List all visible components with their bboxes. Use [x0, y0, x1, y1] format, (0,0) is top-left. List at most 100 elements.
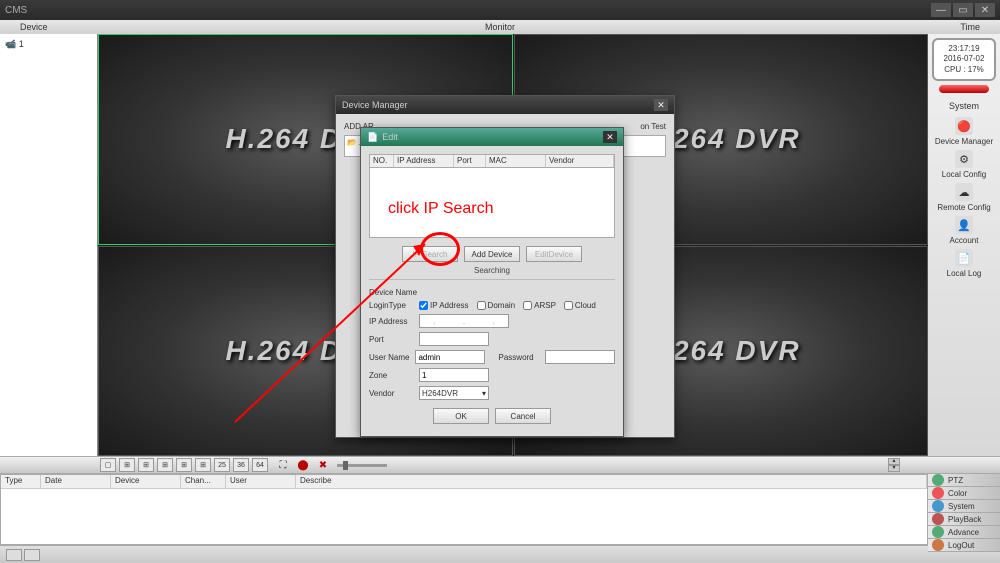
layout-1-button[interactable]: ▢ — [100, 458, 116, 472]
side-button-local-log[interactable]: 📄 Local Log — [934, 249, 994, 278]
tree-root[interactable]: 📹 1 — [3, 37, 94, 52]
clock-box: 23:17:19 2016-07-02 CPU : 17% — [932, 38, 996, 81]
menubar: Device Monitor Time — [0, 20, 1000, 34]
tab-label: PlayBack — [948, 515, 981, 524]
add-device-button[interactable]: Add Device — [464, 246, 520, 262]
port-label: Port — [369, 335, 419, 344]
col-vendor[interactable]: Vendor — [546, 155, 614, 167]
col-no[interactable]: NO. — [370, 155, 394, 167]
username-label: User Name — [369, 353, 415, 362]
scroll-down-button[interactable]: ▾ — [888, 465, 900, 472]
menu-time[interactable]: Time — [660, 20, 980, 34]
side-button-device-manager[interactable]: 🔴Device Manager — [934, 117, 994, 146]
clock-time: 23:17:19 — [936, 44, 992, 54]
tab-icon — [932, 526, 944, 538]
tab-logout[interactable]: LogOut — [928, 539, 1000, 552]
tab-label: PTZ — [948, 476, 963, 485]
side-icon: ⚙ — [955, 150, 973, 168]
side-button-account[interactable]: 👤 Account — [934, 216, 994, 245]
dm-titlebar[interactable]: Device Manager ✕ — [336, 96, 674, 114]
side-icon: 👤 — [955, 216, 973, 234]
tab-icon — [932, 539, 944, 551]
side-button-local-config[interactable]: ⚙ Local Config — [934, 150, 994, 179]
layout-8-button[interactable]: ⊞ — [157, 458, 173, 472]
layout-36-button[interactable]: 36 — [233, 458, 249, 472]
status-btn-1[interactable] — [6, 549, 22, 561]
col-port[interactable]: Port — [454, 155, 486, 167]
bottom-row: Type Date Device Chan... User Describe P… — [0, 474, 1000, 545]
clock-date: 2016-07-02 — [936, 54, 992, 64]
tab-icon — [932, 487, 944, 499]
event-log-header: Type Date Device Chan... User Describe — [1, 475, 927, 489]
edit-close-button[interactable]: ✕ — [603, 131, 617, 143]
layout-4-button[interactable]: ⊞ — [119, 458, 135, 472]
layout-25-button[interactable]: 25 — [214, 458, 230, 472]
zone-field[interactable] — [419, 368, 489, 382]
maximize-button[interactable]: ▭ — [953, 3, 973, 17]
tab-label: Advance — [948, 528, 979, 537]
app-title: CMS — [5, 5, 929, 16]
edit-icon: 📄 — [367, 132, 378, 143]
menu-device[interactable]: Device — [20, 20, 340, 34]
edit-device-button[interactable]: EditDevice — [526, 246, 582, 262]
layout-6-button[interactable]: ⊞ — [138, 458, 154, 472]
dm-conn-test[interactable]: on Test — [640, 122, 666, 131]
device-tree-panel: 📹 1 — [0, 34, 98, 456]
layout-9-button[interactable]: ⊞ — [176, 458, 192, 472]
col-describe[interactable]: Describe — [296, 475, 927, 488]
event-log: Type Date Device Chan... User Describe — [0, 474, 928, 545]
side-icon: 🔴 — [955, 117, 973, 135]
opt-domain[interactable]: Domain — [477, 301, 516, 310]
zone-label: Zone — [369, 371, 419, 380]
ip-field[interactable]: ... — [419, 314, 509, 328]
minimize-button[interactable]: — — [931, 3, 951, 17]
side-label: Local Config — [942, 170, 986, 179]
scroll-up-button[interactable]: ▴ — [888, 458, 900, 465]
fullscreen-icon[interactable]: ⛶ — [275, 458, 291, 472]
dm-close-button[interactable]: ✕ — [654, 99, 668, 111]
tab-label: Color — [948, 489, 967, 498]
tab-advance[interactable]: Advance — [928, 526, 1000, 539]
menu-monitor[interactable]: Monitor — [340, 20, 660, 34]
edit-titlebar[interactable]: 📄 Edit ✕ — [361, 128, 623, 146]
col-date[interactable]: Date — [41, 475, 111, 488]
volume-slider[interactable] — [337, 464, 387, 467]
side-icon: 📄 — [955, 249, 973, 267]
opt-cloud[interactable]: Cloud — [564, 301, 596, 310]
tab-system[interactable]: System — [928, 500, 1000, 513]
close-button[interactable]: ✕ — [975, 3, 995, 17]
edit-dialog: 📄 Edit ✕ NO. IP Address Port MAC Vendor … — [360, 127, 624, 437]
layout-16-button[interactable]: ⊞ — [195, 458, 211, 472]
vendor-label: Vendor — [369, 389, 419, 398]
side-label: Account — [950, 236, 979, 245]
col-mac[interactable]: MAC — [486, 155, 546, 167]
status-btn-2[interactable] — [24, 549, 40, 561]
tab-color[interactable]: Color — [928, 487, 1000, 500]
connect-icon[interactable]: ⬤ — [295, 458, 311, 472]
side-label: Local Log — [947, 269, 982, 278]
password-field[interactable] — [545, 350, 615, 364]
opt-ip[interactable]: IP Address — [419, 301, 469, 310]
col-user[interactable]: User — [226, 475, 296, 488]
edit-cancel-button[interactable]: Cancel — [495, 408, 551, 424]
port-field[interactable] — [419, 332, 489, 346]
edit-ok-button[interactable]: OK — [433, 408, 489, 424]
col-device[interactable]: Device — [111, 475, 181, 488]
col-ip[interactable]: IP Address — [394, 155, 454, 167]
layout-64-button[interactable]: 64 — [252, 458, 268, 472]
disconnect-icon[interactable]: ✖ — [315, 458, 331, 472]
opt-arsp[interactable]: ARSP — [523, 301, 556, 310]
col-channel[interactable]: Chan... — [181, 475, 226, 488]
vendor-select[interactable]: H264DVR▾ — [419, 386, 489, 400]
tab-label: System — [948, 502, 975, 511]
side-button-remote-config[interactable]: ☁Remote Config — [934, 183, 994, 212]
username-field[interactable] — [415, 350, 485, 364]
tab-ptz[interactable]: PTZ — [928, 474, 1000, 487]
status-bar — [0, 545, 1000, 563]
col-type[interactable]: Type — [1, 475, 41, 488]
tab-icon — [932, 513, 944, 525]
app-titlebar: CMS — ▭ ✕ — [0, 0, 1000, 20]
device-name-label: Device Name — [369, 288, 419, 297]
tab-playback[interactable]: PlayBack — [928, 513, 1000, 526]
right-tabs: PTZColorSystemPlayBackAdvanceLogOut — [928, 474, 1000, 545]
